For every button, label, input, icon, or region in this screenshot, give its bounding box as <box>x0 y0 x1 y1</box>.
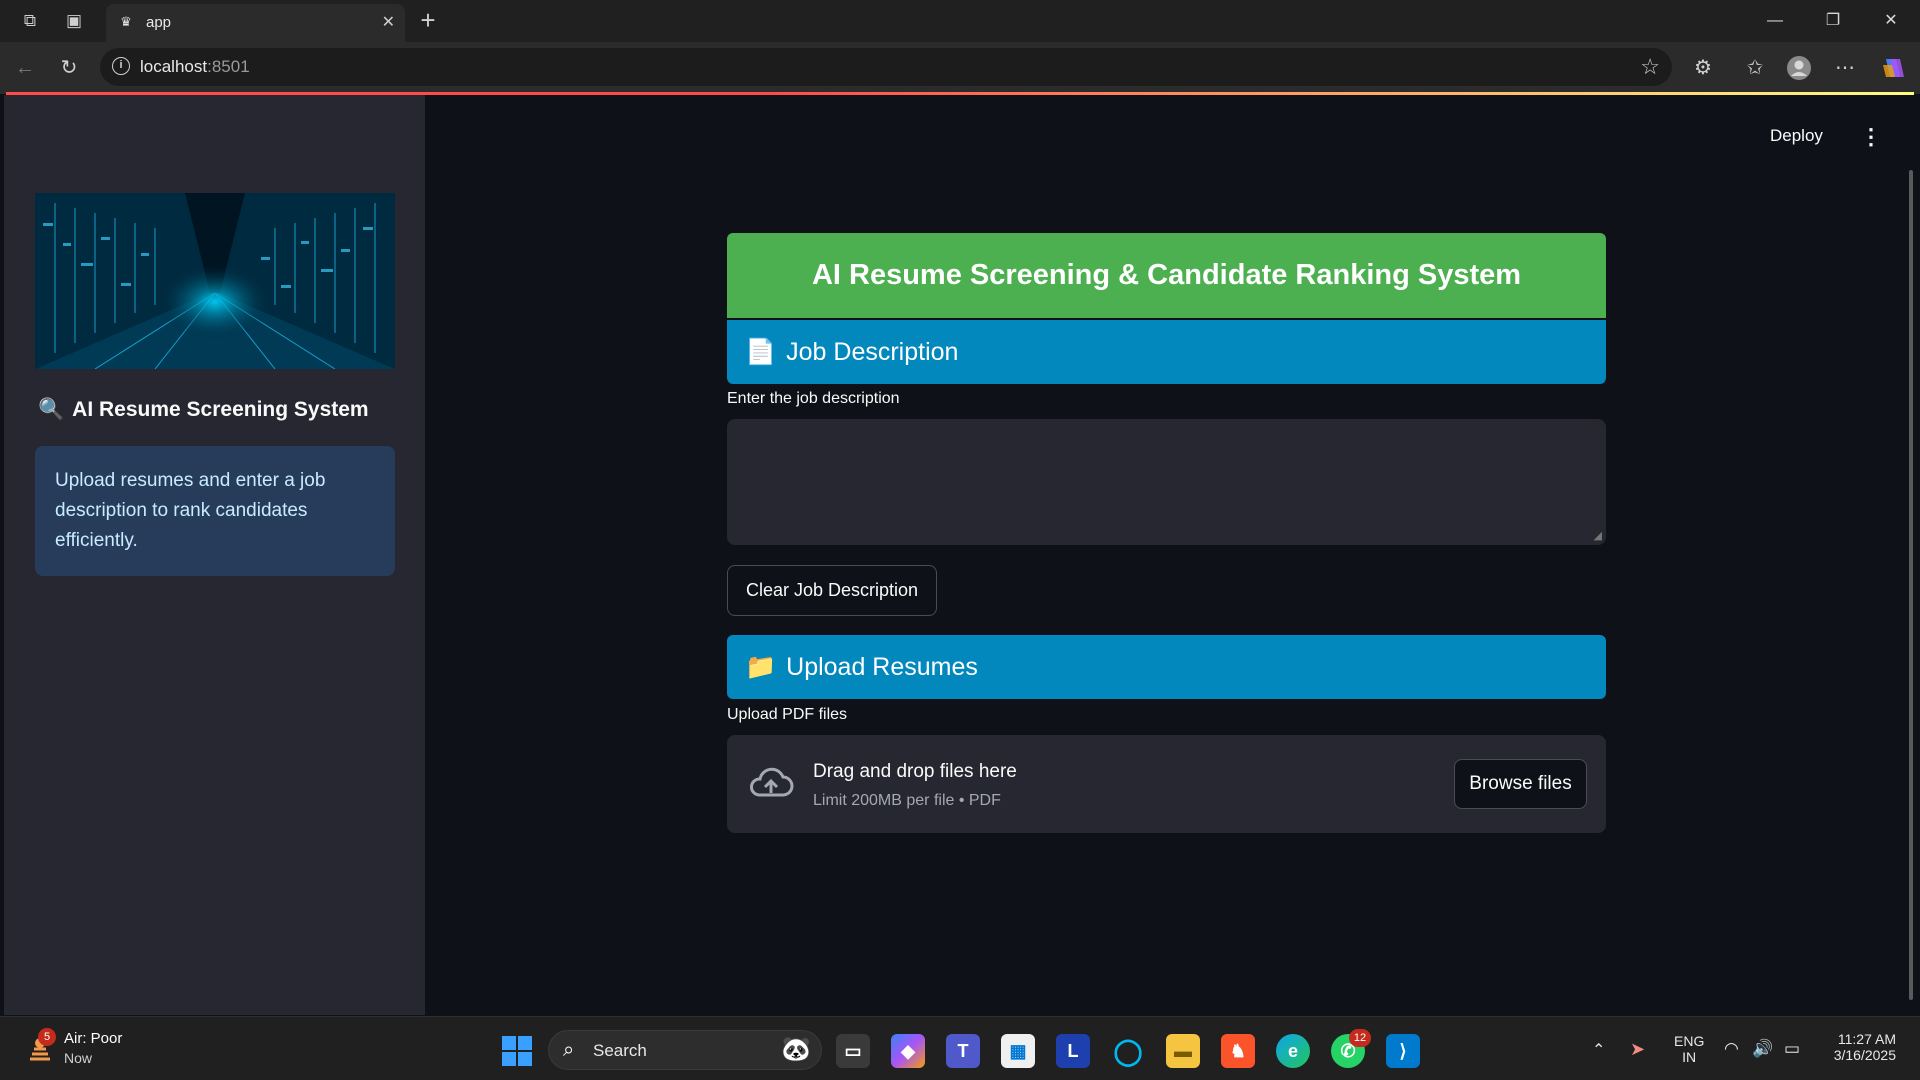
alexa-icon[interactable]: ◯ <box>1111 1034 1145 1068</box>
brave-icon[interactable]: ♞ <box>1221 1034 1255 1068</box>
battery-icon[interactable]: ▭ <box>1784 1039 1800 1059</box>
lang-line2: IN <box>1682 1049 1697 1065</box>
cloud-upload-icon <box>750 767 794 797</box>
url-text: localhost:8501 <box>140 57 250 76</box>
search-icon: 🔍 <box>38 398 65 421</box>
file-dropzone[interactable]: Drag and drop files here Limit 200MB per… <box>727 735 1606 833</box>
upload-resumes-header: 📁 Upload Resumes <box>727 635 1606 699</box>
dropzone-hint: Limit 200MB per file • PDF <box>813 792 1001 809</box>
folder-icon: 📁 <box>745 652 777 681</box>
copilot-app-icon[interactable]: ◆ <box>891 1034 925 1068</box>
language-indicator[interactable]: ENG IN <box>1674 1033 1704 1065</box>
restore-button[interactable]: ❐ <box>1810 6 1856 36</box>
weather-badge: 5 <box>38 1028 56 1046</box>
lang-line1: ENG <box>1674 1033 1705 1049</box>
browser-titlebar: ⧉ ▣ ♛ app ✕ + — ❐ ✕ <box>0 0 1920 42</box>
back-icon[interactable]: ← <box>12 55 38 81</box>
browse-files-button[interactable]: Browse files <box>1454 759 1587 809</box>
job-description-label: Enter the job description <box>727 390 900 407</box>
edge-icon[interactable]: e <box>1276 1034 1310 1068</box>
show-hidden-icons-icon[interactable]: ⌃ <box>1592 1040 1605 1060</box>
minimize-button[interactable]: — <box>1752 6 1798 36</box>
reload-icon[interactable]: ↻ <box>56 55 82 81</box>
windows-start-button[interactable] <box>502 1036 532 1066</box>
l-app-icon[interactable]: L <box>1056 1034 1090 1068</box>
extensions-icon[interactable]: ⚙ <box>1690 55 1716 81</box>
tab-close-icon[interactable]: ✕ <box>382 12 395 32</box>
upload-resumes-title: Upload Resumes <box>786 652 978 681</box>
clock-date: 3/16/2025 <box>1833 1047 1896 1063</box>
workspaces-icon[interactable]: ⧉ <box>18 9 42 33</box>
more-options-icon[interactable]: ⋯ <box>1832 55 1858 81</box>
weather-widget[interactable]: 5 Air: Poor Now <box>24 1027 164 1071</box>
main-menu-icon[interactable]: ⋮ <box>1860 124 1882 150</box>
clear-job-description-button[interactable]: Clear Job Description <box>727 565 937 616</box>
upload-pdf-label: Upload PDF files <box>727 706 848 723</box>
clock[interactable]: 11:27 AM 3/16/2025 <box>1826 1031 1896 1063</box>
close-window-button[interactable]: ✕ <box>1868 6 1914 36</box>
weather-status: Air: Poor <box>64 1030 123 1047</box>
search-highlight-icon: 🐼 <box>781 1036 811 1063</box>
streamlit-favicon-icon: ♛ <box>120 14 132 29</box>
page-title-banner: AI Resume Screening & Candidate Ranking … <box>727 233 1606 318</box>
job-description-title: Job Description <box>786 337 959 366</box>
document-icon: 📄 <box>745 337 777 366</box>
task-view-icon[interactable]: ▭ <box>836 1034 870 1068</box>
sidebar-hero-image <box>35 193 395 369</box>
vscode-icon[interactable]: ⟩ <box>1386 1034 1420 1068</box>
browser-tab[interactable]: ♛ app ✕ <box>106 4 405 42</box>
deploy-button[interactable]: Deploy <box>1770 126 1823 146</box>
address-bar[interactable]: i localhost:8501 ☆ <box>100 48 1672 86</box>
new-tab-button[interactable]: + <box>414 6 442 34</box>
file-explorer-icon[interactable]: ▬ <box>1166 1034 1200 1068</box>
wifi-icon[interactable]: ◠ <box>1724 1039 1739 1059</box>
resize-handle-icon[interactable]: ◢ <box>1594 529 1602 542</box>
search-icon: ⌕ <box>563 1039 575 1061</box>
location-icon[interactable]: ➤ <box>1630 1039 1645 1060</box>
taskbar-search-label: Search <box>593 1041 647 1060</box>
site-info-icon[interactable]: i <box>112 57 130 75</box>
dropzone-title: Drag and drop files here <box>813 761 1017 782</box>
favorites-icon[interactable]: ✩ <box>1742 55 1768 81</box>
scrollbar[interactable] <box>1909 170 1913 1000</box>
teams-icon[interactable]: T <box>946 1034 980 1068</box>
whatsapp-badge: 12 <box>1349 1029 1371 1047</box>
taskbar-search[interactable]: ⌕ Search 🐼 <box>548 1030 822 1070</box>
clock-time: 11:27 AM <box>1837 1031 1896 1047</box>
tab-title: app <box>146 14 172 31</box>
profile-avatar-icon[interactable] <box>1786 55 1812 81</box>
favorite-star-icon[interactable]: ☆ <box>1640 54 1660 80</box>
vertical-tabs-icon[interactable]: ▣ <box>62 9 86 33</box>
copilot-icon[interactable] <box>1880 55 1906 81</box>
sidebar-title-text: AI Resume Screening System <box>72 398 369 421</box>
job-description-textarea[interactable]: ◢ <box>727 419 1606 545</box>
job-description-header: 📄 Job Description <box>727 320 1606 384</box>
sidebar-title: 🔍 AI Resume Screening System <box>38 398 369 422</box>
store-icon[interactable]: ▦ <box>1001 1034 1035 1068</box>
volume-icon[interactable]: 🔊 <box>1752 1039 1773 1059</box>
weather-time: Now <box>64 1050 93 1066</box>
sidebar-info-box: Upload resumes and enter a job descripti… <box>35 446 395 576</box>
